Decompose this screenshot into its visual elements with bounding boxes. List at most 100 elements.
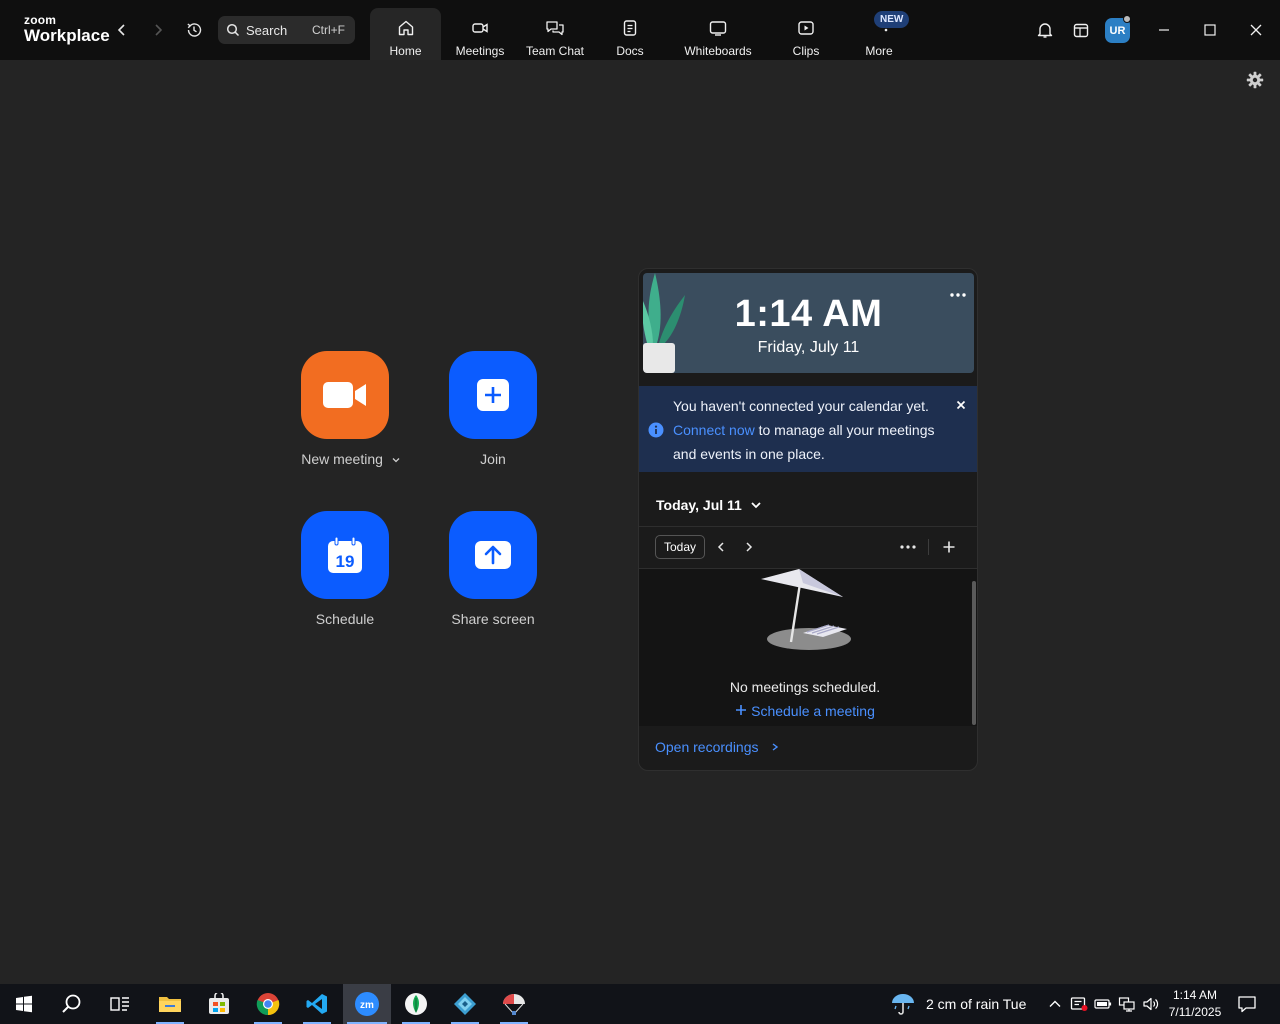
file-explorer-app[interactable]	[146, 984, 194, 1024]
taskbar-search-button[interactable]	[48, 984, 96, 1024]
toolbar-divider	[928, 539, 929, 555]
notice-close-button[interactable]	[955, 398, 967, 416]
tray-app-icon	[1070, 997, 1088, 1011]
start-button[interactable]	[0, 984, 48, 1024]
search-icon	[226, 23, 240, 37]
join-label: Join	[480, 451, 506, 467]
close-button[interactable]	[1244, 18, 1268, 42]
notifications-button[interactable]	[1033, 18, 1057, 42]
mongodb-compass-app[interactable]	[392, 984, 440, 1024]
task-view-icon	[110, 997, 129, 1011]
close-icon	[1250, 24, 1262, 36]
volume-button[interactable]	[1141, 994, 1161, 1014]
schedule-button[interactable]: 19	[301, 511, 389, 599]
logo-zoom-text: zoom	[24, 13, 57, 27]
previous-day-button[interactable]	[710, 536, 732, 558]
tab-more-label: More	[865, 44, 893, 58]
calendar-connect-notice: You haven't connected your calendar yet.…	[639, 386, 977, 472]
notice-text: You haven't connected your calendar yet.…	[673, 394, 943, 466]
settings-button[interactable]	[1245, 70, 1265, 90]
join-button[interactable]	[449, 351, 537, 439]
tab-meetings[interactable]: Meetings	[450, 8, 510, 60]
network-button[interactable]	[1117, 994, 1137, 1014]
next-day-button[interactable]	[738, 536, 760, 558]
close-icon	[956, 400, 966, 410]
tab-whiteboards[interactable]: Whiteboards	[680, 8, 756, 60]
clock-card: 1:14 AM Friday, July 11	[643, 273, 974, 373]
clock-more-button[interactable]	[950, 285, 966, 303]
app-parachute-icon	[503, 994, 525, 1015]
chrome-icon	[256, 993, 280, 1016]
chevron-up-icon	[1049, 1000, 1061, 1007]
umbrella-rain-icon	[892, 994, 914, 1015]
diamond-app[interactable]	[441, 984, 489, 1024]
whiteboard-icon	[709, 21, 727, 36]
minimize-button[interactable]	[1152, 18, 1176, 42]
tray-app-button[interactable]	[1069, 994, 1089, 1014]
add-event-button[interactable]	[938, 536, 960, 558]
calendar-more-button[interactable]	[897, 536, 919, 558]
vscode-app[interactable]	[293, 984, 341, 1024]
chevron-down-icon	[392, 458, 400, 463]
taskbar-time: 1:14 AM	[1172, 988, 1218, 1002]
calendar-window-icon	[1073, 23, 1089, 38]
home-icon	[398, 20, 413, 36]
beach-umbrella-illustration	[761, 569, 851, 650]
document-icon	[623, 20, 637, 36]
tab-home[interactable]: Home	[370, 8, 441, 60]
schedule-meeting-link[interactable]: Schedule a meeting	[639, 703, 971, 719]
clip-play-icon	[798, 21, 814, 35]
calendar-toolbar: Today	[639, 527, 977, 569]
back-button[interactable]	[110, 18, 134, 42]
task-view-button[interactable]	[96, 984, 144, 1024]
tab-team-chat[interactable]: Team Chat	[523, 8, 587, 60]
forward-button[interactable]	[146, 18, 170, 42]
taskbar-date: 7/11/2025	[1168, 1005, 1222, 1019]
open-recordings-link[interactable]: Open recordings	[655, 739, 780, 755]
tab-docs[interactable]: Docs	[605, 8, 655, 60]
history-button[interactable]	[182, 18, 206, 42]
meeting-list: No meetings scheduled. Schedule a meetin…	[639, 569, 977, 726]
connect-now-link[interactable]: Connect now	[673, 422, 755, 438]
tab-clips[interactable]: Clips	[783, 8, 829, 60]
zoom-app[interactable]: zm	[343, 984, 391, 1024]
calendar-apps-button[interactable]	[1069, 18, 1093, 42]
store-app[interactable]	[195, 984, 243, 1024]
parachute-app[interactable]	[490, 984, 538, 1024]
svg-text:zm: zm	[360, 1000, 374, 1011]
today-button[interactable]: Today	[655, 535, 705, 559]
logo-workplace-text: Workplace	[24, 26, 110, 45]
show-hidden-icons-button[interactable]	[1045, 994, 1065, 1014]
share-screen-button[interactable]	[449, 511, 537, 599]
chevron-right-icon	[772, 743, 779, 751]
search-box[interactable]: Search Ctrl+F	[218, 16, 355, 44]
chevron-left-icon	[717, 542, 724, 552]
day-selector[interactable]: Today, Jul 11	[639, 483, 977, 527]
battery-button[interactable]	[1093, 994, 1113, 1014]
new-meeting-button[interactable]	[301, 351, 389, 439]
new-meeting-label[interactable]: New meeting	[296, 451, 406, 467]
network-icon	[1118, 997, 1135, 1012]
action-center-button[interactable]	[1237, 994, 1257, 1014]
search-icon	[62, 994, 81, 1013]
chat-bubbles-icon	[546, 21, 564, 36]
calendar-icon: 19	[328, 536, 362, 573]
maximize-button[interactable]	[1198, 18, 1222, 42]
chrome-app[interactable]	[244, 984, 292, 1024]
info-icon	[648, 422, 664, 443]
windows-taskbar: zm 2 cm of rain Tue 1:14 AM 7/11/2025	[0, 984, 1280, 1024]
taskbar-clock[interactable]: 1:14 AM 7/11/2025	[1162, 987, 1228, 1021]
search-placeholder: Search	[246, 22, 288, 38]
clock-time: 1:14 AM	[734, 293, 883, 335]
day-selector-label: Today, Jul 11	[656, 496, 742, 513]
file-explorer-icon	[159, 997, 181, 1012]
maximize-icon	[1204, 24, 1216, 36]
calendar-day-number: 19	[336, 552, 355, 571]
tab-team-chat-label: Team Chat	[525, 44, 585, 58]
no-meetings-message: No meetings scheduled.	[729, 679, 881, 695]
schedule-meeting-link-text: Schedule a meeting	[751, 703, 875, 719]
search-shortcut: Ctrl+F	[312, 23, 345, 37]
weather-widget[interactable]: 2 cm of rain Tue	[890, 984, 1026, 1024]
plus-icon	[736, 705, 747, 715]
meeting-list-scrollbar[interactable]	[972, 581, 976, 725]
